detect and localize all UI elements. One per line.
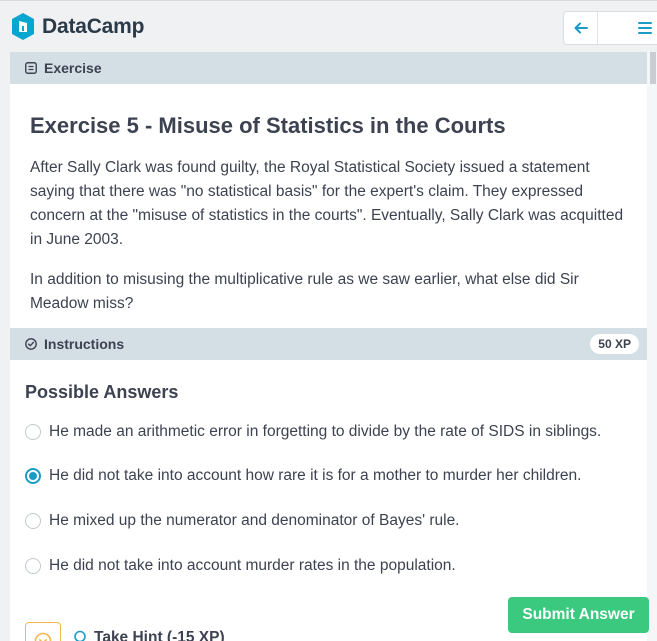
scrollbar-thumb[interactable] [650, 52, 656, 84]
hamburger-menu-icon [638, 22, 652, 34]
top-bar: DataCamp [0, 0, 657, 52]
answer-option[interactable]: He mixed up the numerator and denominato… [25, 509, 460, 533]
exercise-icon [25, 62, 37, 74]
scrollbar-track[interactable] [647, 52, 657, 641]
exercise-question: In addition to misusing the multiplicati… [30, 271, 579, 312]
xp-badge: 50 XP [590, 334, 639, 354]
exercise-body: Exercise 5 - Misuse of Statistics in the… [10, 84, 647, 328]
possible-answers-title: Possible Answers [25, 382, 179, 402]
exercise-title: Exercise 5 - Misuse of Statistics in the… [30, 113, 506, 138]
answer-option[interactable]: He made an arithmetic error in forgettin… [25, 420, 601, 444]
radio-button[interactable] [25, 424, 41, 440]
answer-option[interactable]: He did not take into account murder rate… [25, 554, 456, 578]
answer-label: He made an arithmetic error in forgettin… [49, 423, 602, 440]
datacamp-logo[interactable]: DataCamp [10, 12, 144, 41]
exercise-header: Exercise [10, 52, 647, 84]
nav-button-group [563, 11, 657, 45]
take-hint-button[interactable]: Take Hint (-15 XP) [72, 629, 225, 641]
exercise-header-label: Exercise [44, 60, 102, 76]
submit-answer-button[interactable]: Submit Answer [508, 597, 649, 633]
instructions-header-label: Instructions [44, 336, 125, 352]
app-name: DataCamp [42, 14, 145, 38]
chevron-down-circle-icon [34, 632, 52, 641]
take-hint-label: Take Hint (-15 XP) [94, 629, 225, 641]
exercise-paragraph: After Sally Clark was found guilty, the … [30, 159, 624, 248]
hint-feedback-button[interactable] [25, 622, 61, 641]
answer-label: He mixed up the numerator and denominato… [49, 512, 460, 529]
arrow-left-icon [574, 22, 588, 34]
answer-label: He did not take into account how rare it… [49, 467, 582, 484]
answer-option-selected[interactable]: He did not take into account how rare it… [25, 464, 581, 488]
radio-button[interactable] [25, 513, 41, 529]
menu-button[interactable] [598, 12, 657, 44]
answer-label: He did not take into account murder rate… [49, 557, 456, 574]
radio-button-checked[interactable] [25, 468, 41, 484]
check-circle-icon [25, 338, 37, 350]
back-button[interactable] [564, 12, 598, 44]
instructions-header: Instructions 50 XP [10, 328, 647, 360]
lightbulb-icon [74, 630, 86, 641]
radio-button[interactable] [25, 558, 41, 574]
datacamp-logo-icon [12, 13, 34, 40]
